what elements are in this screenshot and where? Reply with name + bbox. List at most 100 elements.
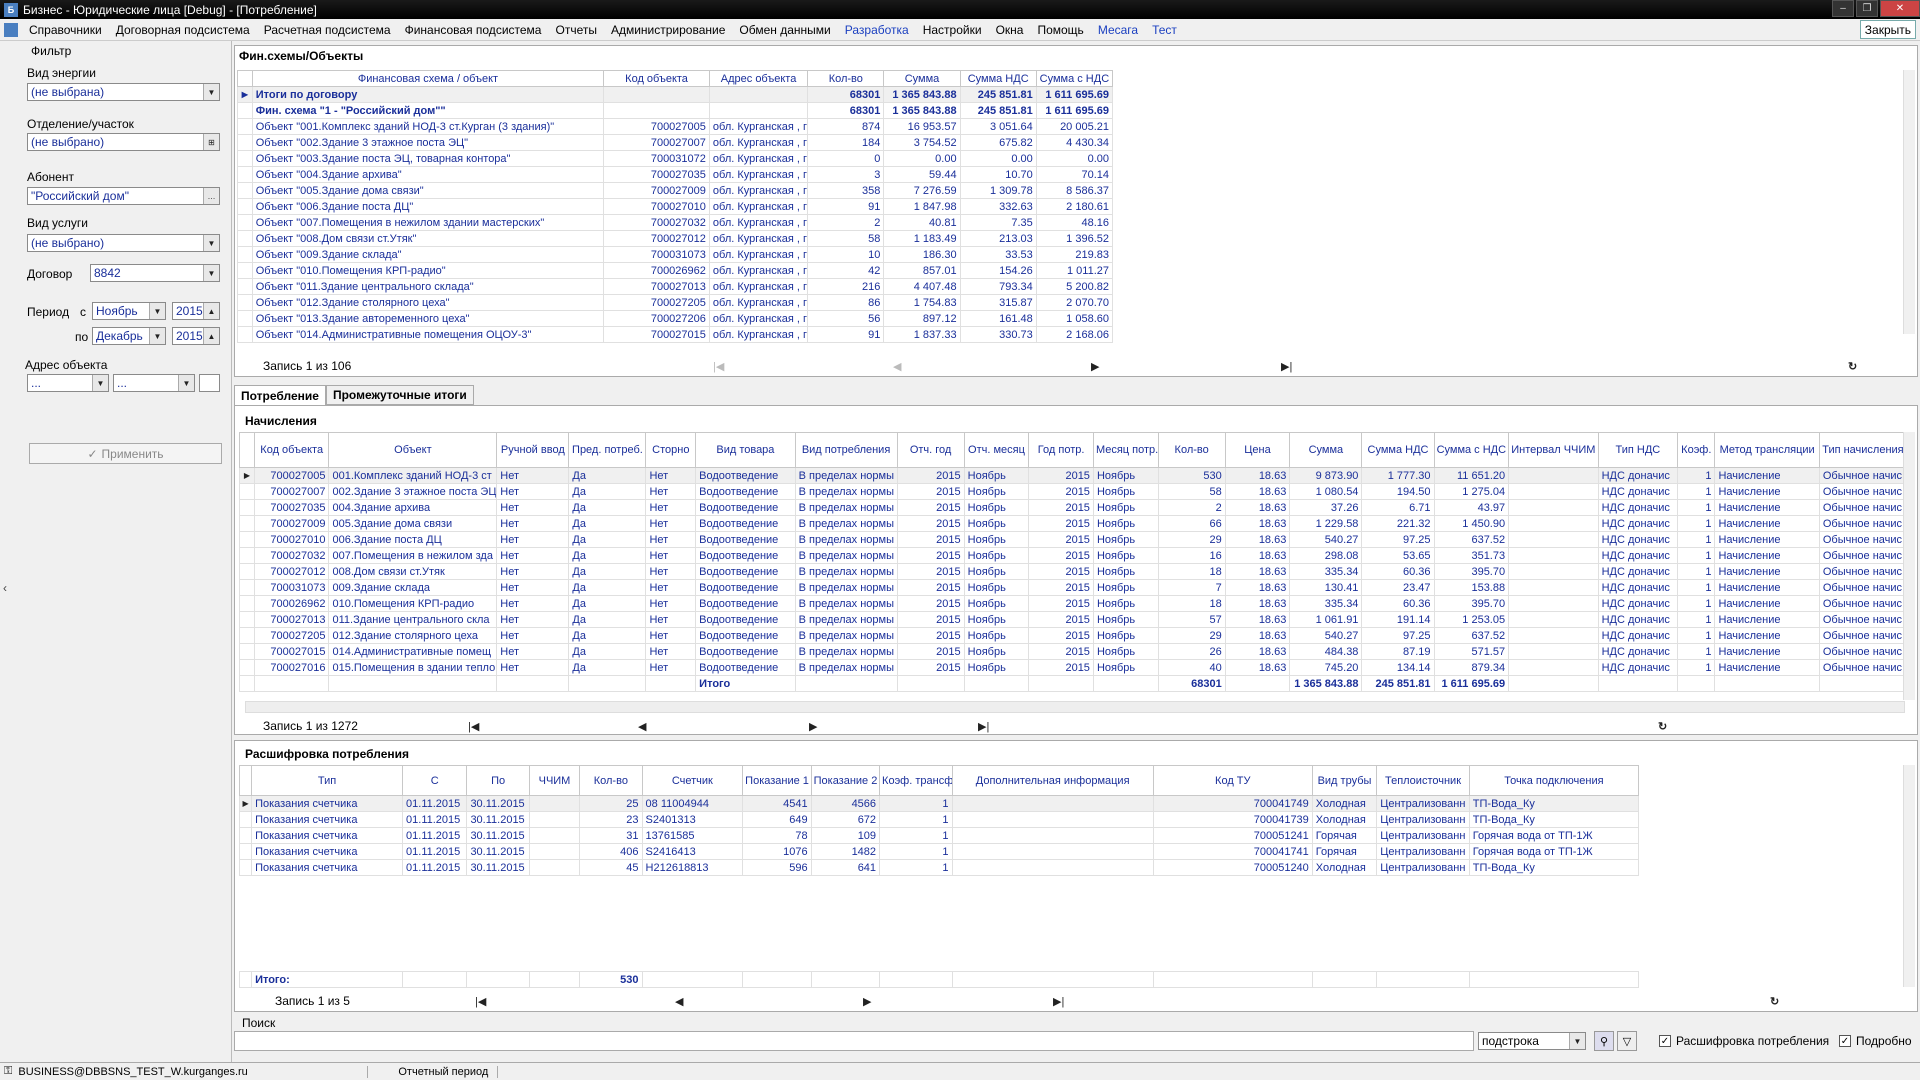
- close-tab-button[interactable]: Закрыть: [1859, 20, 1916, 39]
- row-selector[interactable]: [237, 310, 253, 327]
- table-row[interactable]: Показания счетчика 01.11.2015 30.11.2015 40…: [238, 843, 1640, 860]
- table-row[interactable]: 700027016 015.Помещения в здании тепло Нет…: [239, 659, 1908, 676]
- row-selector[interactable]: [237, 150, 253, 167]
- table-row[interactable]: Показания счетчика 01.11.2015 30.11.2015 31…: [238, 827, 1640, 844]
- filter-icon[interactable]: ▽: [1617, 1031, 1637, 1051]
- spin-icon[interactable]: ▲: [203, 303, 219, 319]
- first-record-icon[interactable]: |◀: [468, 720, 479, 733]
- column-header[interactable]: Показание 1: [742, 765, 812, 796]
- tab-0[interactable]: Потребление: [234, 385, 326, 405]
- address-combo-1[interactable]: ... ▼: [27, 374, 109, 392]
- row-selector[interactable]: [239, 483, 255, 500]
- ellipsis-icon[interactable]: …: [203, 188, 219, 204]
- row-selector[interactable]: ▶: [239, 467, 255, 484]
- table-row[interactable]: Показания счетчика 01.11.2015 30.11.2015 23…: [238, 811, 1640, 828]
- chevron-down-icon[interactable]: ▼: [1569, 1033, 1585, 1049]
- to-month-combo[interactable]: Декабрь ▼: [92, 327, 166, 345]
- table-row[interactable]: Объект "003.Здание поста ЭЦ, товарная ко…: [237, 150, 1114, 167]
- menu-item-5[interactable]: Администрирование: [604, 23, 732, 37]
- table-row[interactable]: Объект "002.Здание 3 этажное поста ЭЦ" 70…: [237, 134, 1114, 151]
- column-header[interactable]: Вид трубы: [1311, 765, 1378, 796]
- column-header[interactable]: Коэф. трансф.: [879, 765, 953, 796]
- column-header[interactable]: Теплоисточник: [1376, 765, 1470, 796]
- prev-record-icon[interactable]: ◀: [893, 360, 901, 373]
- charges-vscroll[interactable]: [1903, 432, 1915, 700]
- column-header[interactable]: Дополнительная информация: [951, 765, 1154, 796]
- binoculars-icon[interactable]: ⚲: [1594, 1031, 1614, 1051]
- column-header[interactable]: Код объекта: [603, 70, 710, 87]
- table-row[interactable]: ▶ 700027005 001.Комплекс зданий НОД-3 ст Не…: [239, 467, 1908, 484]
- fin-vscroll[interactable]: [1903, 70, 1915, 334]
- column-header[interactable]: Сторно: [645, 432, 697, 468]
- column-header[interactable]: Кол-во: [1157, 432, 1226, 468]
- menu-item-1[interactable]: Договорная подсистема: [109, 23, 257, 37]
- minimize-button[interactable]: –: [1832, 0, 1854, 17]
- mdi-doc-icon[interactable]: [4, 22, 18, 37]
- column-header[interactable]: Сумма: [1289, 432, 1363, 468]
- decode-checkbox[interactable]: ✓ Расшифровка потребления: [1659, 1034, 1829, 1048]
- table-row[interactable]: ▶ Показания счетчика 01.11.2015 30.11.2015 2…: [238, 795, 1640, 812]
- column-header[interactable]: Тип: [251, 765, 404, 796]
- row-selector[interactable]: [239, 531, 255, 548]
- menu-item-6[interactable]: Обмен данными: [732, 23, 837, 37]
- table-row[interactable]: Объект "006.Здание поста ДЦ" 700027010 обл…: [237, 198, 1114, 215]
- row-selector[interactable]: [237, 294, 253, 311]
- column-header[interactable]: Отч. месяц: [963, 432, 1030, 468]
- column-header[interactable]: Кол-во: [579, 765, 643, 796]
- table-row[interactable]: Объект "004.Здание архива" 700027035 обл. …: [237, 166, 1114, 183]
- column-header[interactable]: Объект: [328, 432, 498, 468]
- column-header[interactable]: Интервал ЧЧИМ: [1508, 432, 1599, 468]
- row-selector[interactable]: [239, 627, 255, 644]
- column-header[interactable]: Месяц потр.: [1092, 432, 1159, 468]
- column-header[interactable]: Сумма НДС: [959, 70, 1037, 87]
- column-header[interactable]: Сумма: [883, 70, 961, 87]
- row-selector[interactable]: [239, 515, 255, 532]
- row-selector[interactable]: [237, 102, 253, 119]
- table-row[interactable]: Объект "009.Здание склада" 700031073 обл. …: [237, 246, 1114, 263]
- row-selector[interactable]: [239, 499, 255, 516]
- menu-item-3[interactable]: Финансовая подсистема: [398, 23, 549, 37]
- column-header[interactable]: С: [402, 765, 468, 796]
- menu-item-0[interactable]: Справочники: [22, 23, 109, 37]
- next-record-icon[interactable]: ▶: [809, 720, 817, 733]
- menu-item-11[interactable]: Месага: [1091, 23, 1145, 37]
- row-selector[interactable]: [239, 659, 255, 676]
- row-selector[interactable]: [239, 643, 255, 660]
- row-selector[interactable]: [237, 230, 253, 247]
- menu-item-10[interactable]: Помощь: [1030, 23, 1090, 37]
- table-row[interactable]: Объект "001.Комплекс зданий НОД-3 ст.Кур…: [237, 118, 1114, 135]
- subscriber-field[interactable]: "Российский дом" …: [27, 187, 220, 205]
- column-header[interactable]: Счетчик: [641, 765, 744, 796]
- row-selector[interactable]: [239, 579, 255, 596]
- row-selector[interactable]: [237, 134, 253, 151]
- table-row[interactable]: 700026962 010.Помещения КРП-радио Нет Да Нет…: [239, 595, 1908, 612]
- decode-vscroll[interactable]: [1903, 765, 1915, 987]
- address-field-3[interactable]: [199, 374, 220, 392]
- chevron-down-icon[interactable]: ▼: [203, 84, 219, 100]
- spin-icon[interactable]: ▲: [203, 328, 219, 344]
- row-selector[interactable]: [237, 182, 253, 199]
- column-header[interactable]: Цена: [1224, 432, 1291, 468]
- from-month-combo[interactable]: Ноябрь ▼: [92, 302, 166, 320]
- chevron-down-icon[interactable]: ▼: [203, 235, 219, 251]
- table-row[interactable]: Объект "011.Здание центрального склада" 7…: [237, 278, 1114, 295]
- row-selector[interactable]: [239, 595, 255, 612]
- row-selector[interactable]: ▶: [237, 86, 253, 103]
- first-record-icon[interactable]: |◀: [475, 995, 486, 1008]
- table-row[interactable]: Показания счетчика 01.11.2015 30.11.2015 45…: [238, 859, 1640, 876]
- tab-1[interactable]: Промежуточные итоги: [325, 385, 474, 405]
- chevron-down-icon[interactable]: ▼: [178, 375, 194, 391]
- maximize-button[interactable]: ❐: [1856, 0, 1878, 17]
- table-row[interactable]: 700027035 004.Здание архива Нет Да Нет Водоот…: [239, 499, 1908, 516]
- table-row[interactable]: Объект "010.Помещения КРП-радио" 70002696…: [237, 262, 1114, 279]
- menu-item-8[interactable]: Настройки: [916, 23, 989, 37]
- column-header[interactable]: Кол-во: [807, 70, 885, 87]
- row-selector[interactable]: [239, 563, 255, 580]
- next-record-icon[interactable]: ▶: [1091, 360, 1099, 373]
- last-record-icon[interactable]: ▶|: [978, 720, 989, 733]
- first-record-icon[interactable]: |◀: [713, 360, 724, 373]
- row-selector[interactable]: [237, 278, 253, 295]
- column-header[interactable]: Вид потребления: [794, 432, 898, 468]
- charges-hscroll[interactable]: [245, 701, 1905, 713]
- row-selector[interactable]: [237, 246, 253, 263]
